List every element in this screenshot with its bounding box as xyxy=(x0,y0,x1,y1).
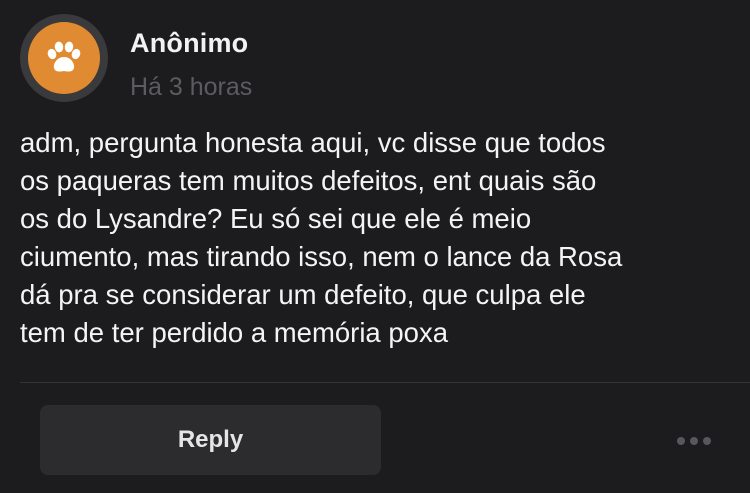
more-dot xyxy=(703,437,711,445)
paw-icon xyxy=(47,41,81,72)
reply-button[interactable]: Reply xyxy=(40,405,381,475)
more-dot xyxy=(677,437,685,445)
post-message: adm, pergunta honesta aqui, vc disse que… xyxy=(20,127,623,348)
more-options-icon[interactable] xyxy=(672,426,716,456)
avatar[interactable] xyxy=(20,14,108,102)
avatar-circle xyxy=(28,22,100,94)
more-dot xyxy=(690,437,698,445)
author-name[interactable]: Anônimo xyxy=(130,28,248,59)
divider xyxy=(20,382,750,383)
post-timestamp: Há 3 horas xyxy=(130,73,253,101)
reply-button-label: Reply xyxy=(177,426,244,453)
